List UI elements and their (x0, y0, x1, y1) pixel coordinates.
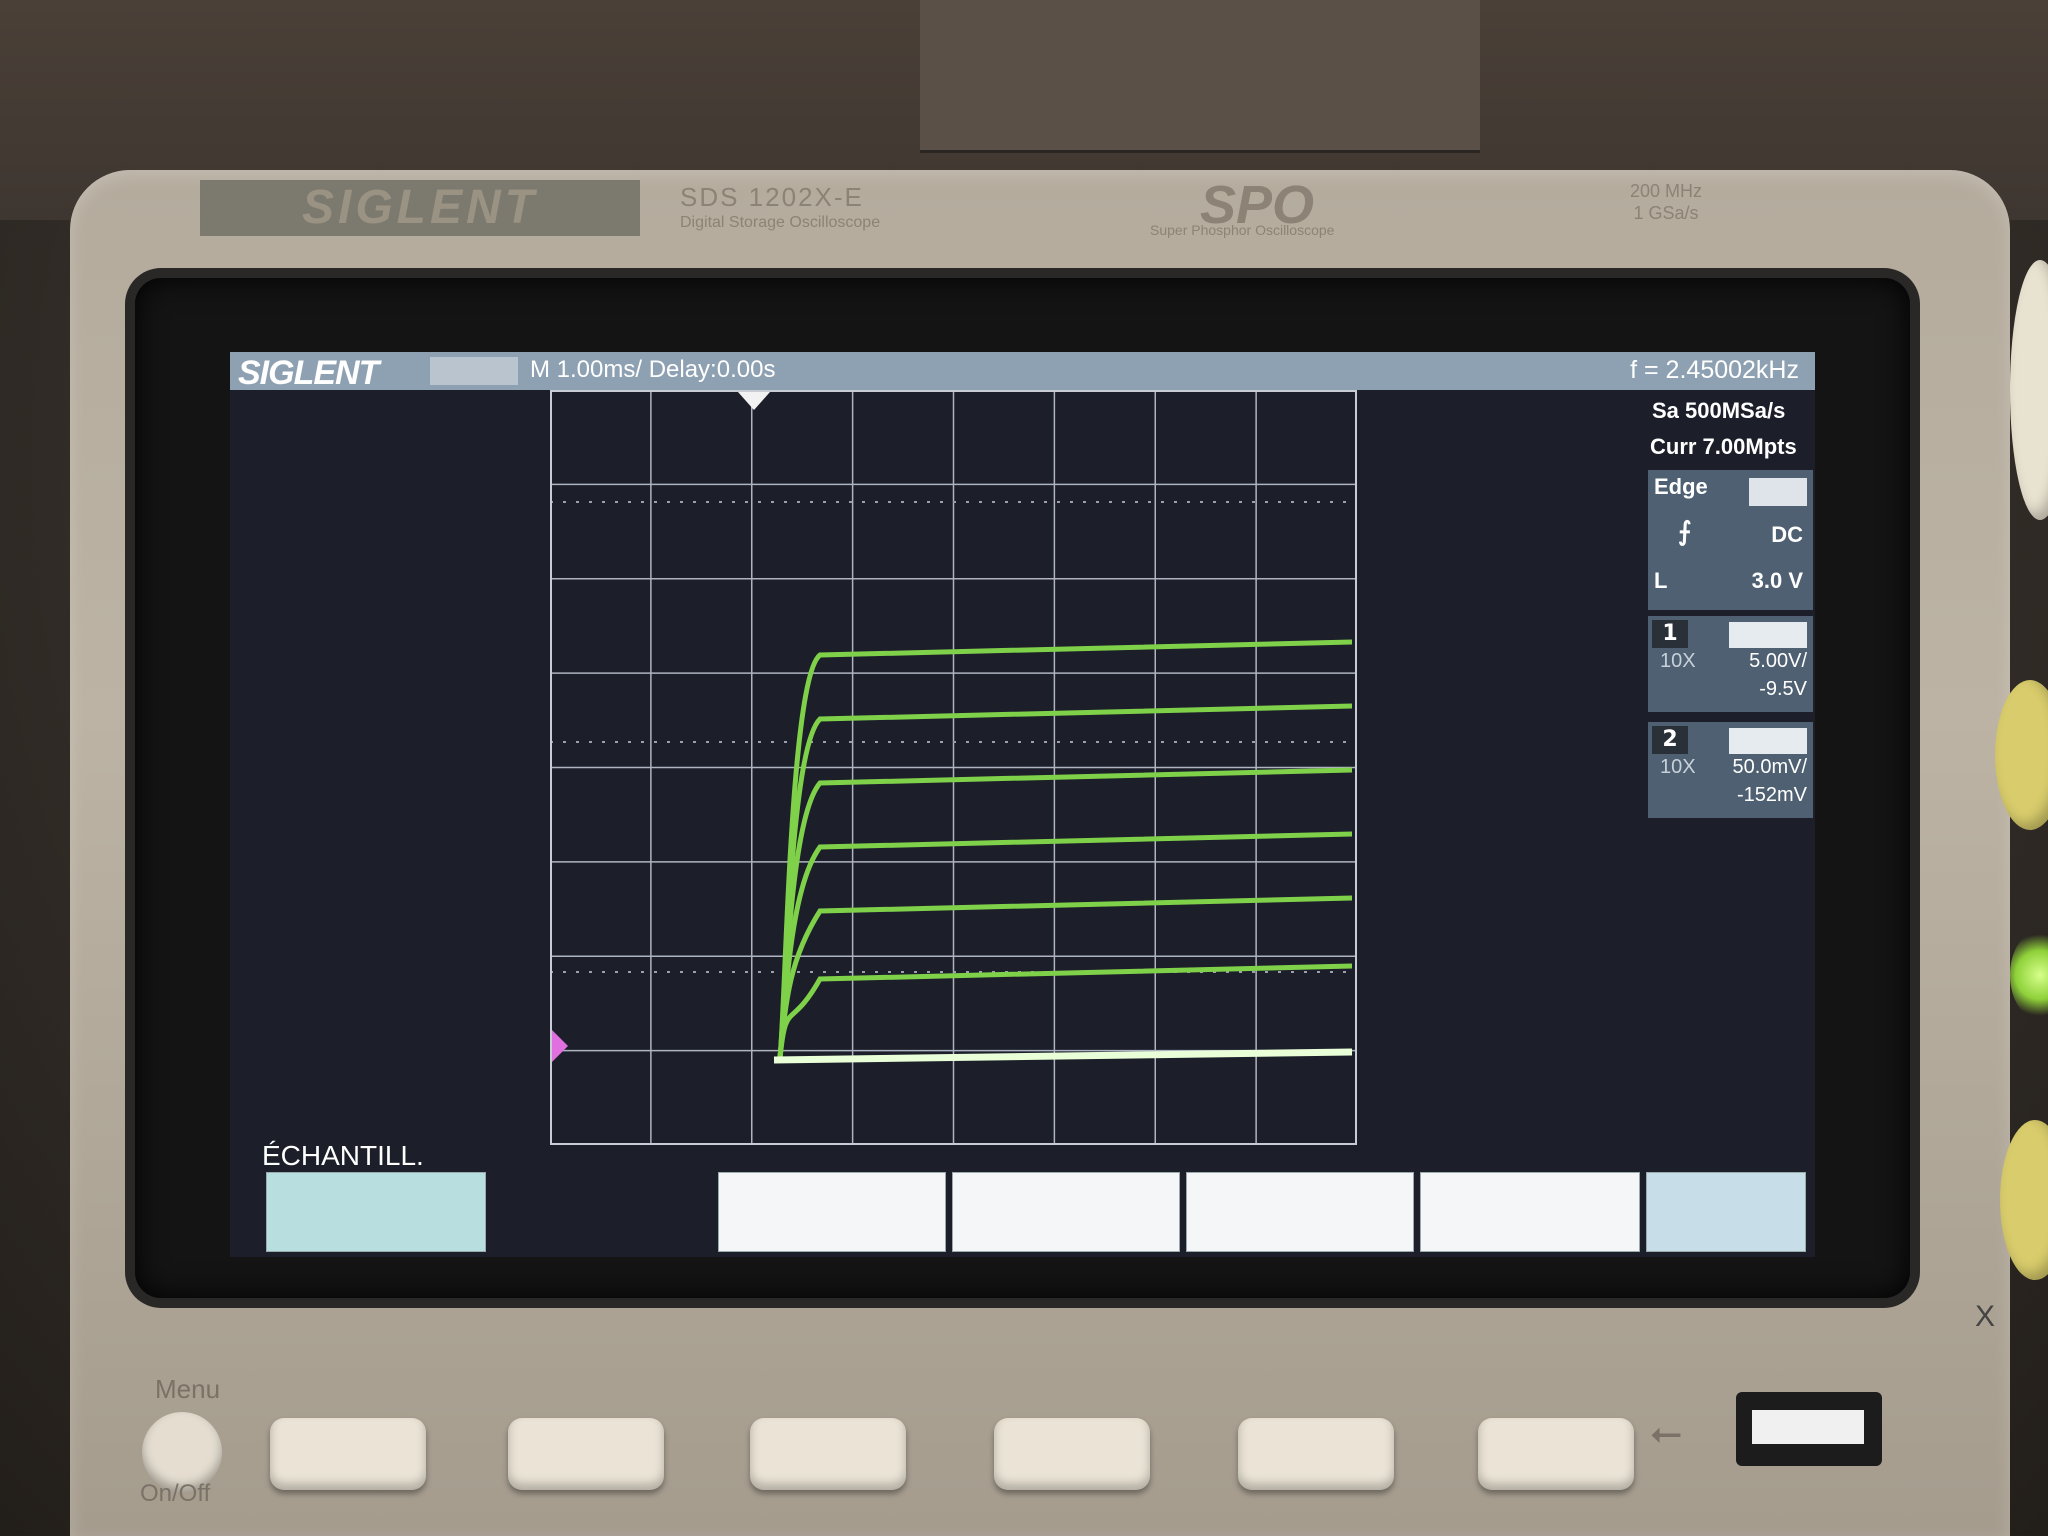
sample-rate-readout: Sa 500MSa/s (1652, 398, 1786, 423)
channel-scale: 50.0mV/ (1732, 756, 1807, 778)
menu-button-4[interactable] (994, 1418, 1150, 1490)
series-subtitle: Super Phosphor Oscilloscope (1150, 222, 1335, 238)
acquire-menu-title: ÉCHANTILL. (262, 1140, 424, 1171)
usb-port[interactable] (1736, 1392, 1882, 1466)
rising-edge-icon: ⨍ (1678, 516, 1692, 546)
trigger-coupling: DC (1771, 522, 1803, 547)
probe-ratio: 10X (1660, 650, 1696, 672)
model-name: SDS 1202X-E (680, 182, 864, 212)
channel-scale: 5.00V/ (1749, 650, 1807, 672)
channel-2-panel[interactable]: 2 10X 50.0mV/ -152mV (1648, 722, 1813, 818)
display-screen: SIGLENT M 1.00ms/ Delay:0.00s f = 2.4500… (230, 352, 1815, 1257)
trigger-source-chip (1749, 478, 1807, 506)
x-label: X (1975, 1300, 1996, 1333)
background-box (920, 0, 1480, 153)
channel-offset: -9.5V (1759, 678, 1807, 700)
memory-depth-readout: Curr 7.00Mpts (1650, 434, 1797, 459)
brand-logo: SIGLENT (200, 180, 640, 236)
menu-button-3[interactable] (750, 1418, 906, 1490)
softkey-3[interactable] (952, 1172, 1180, 1252)
status-led (2010, 930, 2048, 1020)
trigger-panel[interactable]: Edge ⨍ DC L 3.0 V (1648, 470, 1813, 610)
trigger-level-label: L (1654, 568, 1668, 593)
trigger-type: Edge (1654, 474, 1708, 499)
menu-button-2[interactable] (508, 1418, 664, 1490)
channel-number: 2 (1652, 726, 1688, 754)
graticule-border (550, 390, 1357, 1145)
menu-label: Menu (155, 1374, 221, 1404)
bandwidth-spec: 200 MHz 1 GSa/s (1630, 181, 1703, 223)
side-knob-upper[interactable] (2010, 260, 2048, 520)
softkey-6[interactable] (1646, 1172, 1806, 1252)
usb-icon: ⭠ (1650, 1410, 1682, 1456)
power-label: On/Off (140, 1480, 211, 1507)
channel-1-chip (1729, 622, 1807, 648)
menu-button-6[interactable] (1478, 1418, 1634, 1490)
brand-strip: SIGLENT SDS 1202X-E Digital Storage Osci… (200, 175, 1820, 240)
channel-1-panel[interactable]: 1 10X 5.00V/ -9.5V (1648, 616, 1813, 712)
menu-button-1[interactable] (270, 1418, 426, 1490)
channel-2-chip (1729, 728, 1807, 754)
probe-ratio: 10X (1660, 756, 1696, 778)
model-subtitle: Digital Storage Oscilloscope (680, 214, 881, 231)
softkey-1[interactable] (266, 1172, 486, 1252)
channel-number: 1 (1652, 620, 1688, 648)
channel-offset: -152mV (1736, 784, 1807, 806)
menu-button-5[interactable] (1238, 1418, 1394, 1490)
usb-port-insert (1752, 1410, 1864, 1444)
trigger-level: 3.0 V (1751, 568, 1803, 593)
softkey-2[interactable] (718, 1172, 946, 1252)
softkey-4[interactable] (1186, 1172, 1414, 1252)
softkey-5[interactable] (1420, 1172, 1640, 1252)
